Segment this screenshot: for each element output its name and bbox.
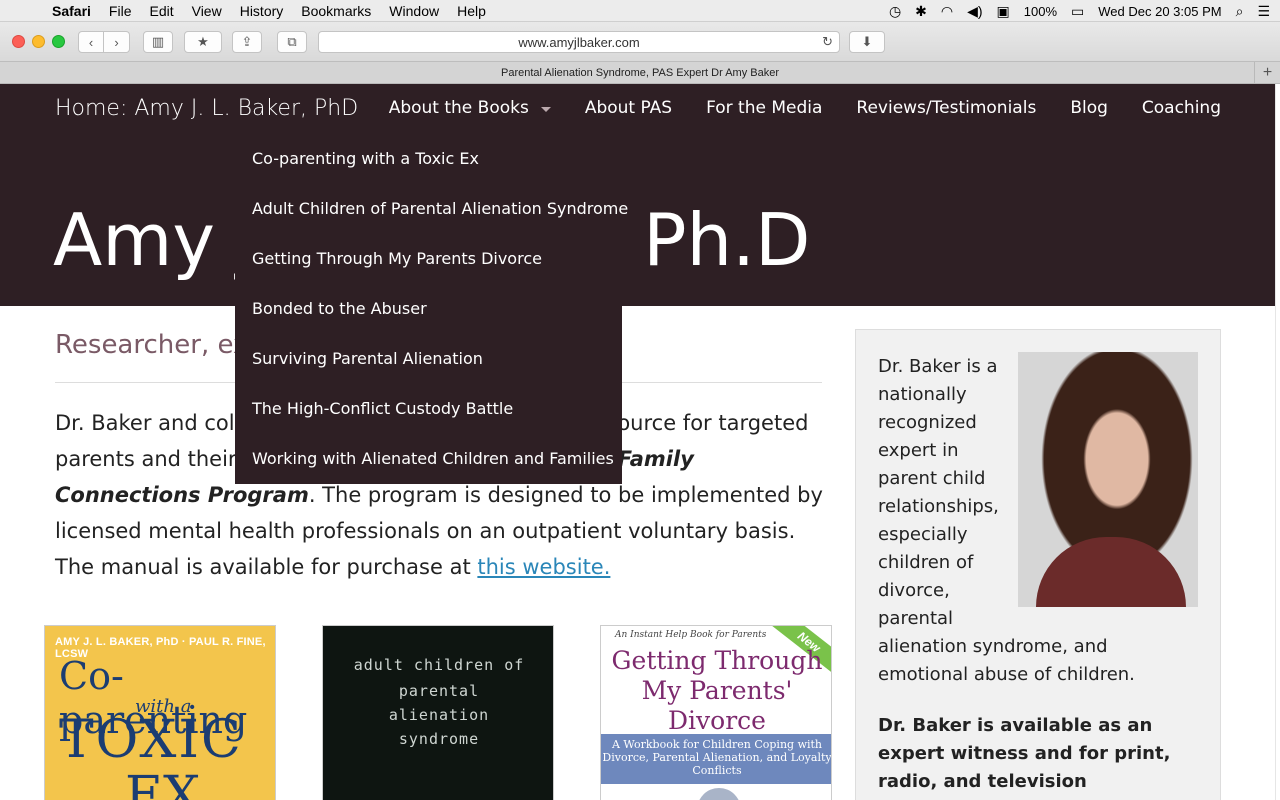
books-dropdown-menu: Co-parenting with a Toxic Ex Adult Child… xyxy=(235,134,628,484)
plus-icon: + xyxy=(1262,63,1273,81)
book-title-line: adult children of xyxy=(353,656,525,674)
nav-reviews-testimonials[interactable]: Reviews/Testimonials xyxy=(856,98,1036,118)
battery-percent[interactable]: 100% xyxy=(1024,4,1057,19)
dropdown-item[interactable]: Working with Alienated Children and Fami… xyxy=(235,434,622,484)
minimize-window-button[interactable] xyxy=(32,35,45,48)
bio-line: expert in xyxy=(878,440,959,461)
menu-help[interactable]: Help xyxy=(457,3,486,19)
bio-text: Dr. Baker is a nationally recognized exp… xyxy=(878,353,1178,689)
address-bar[interactable]: www.amyjlbaker.com ↻ xyxy=(318,31,840,53)
web-page: Home: Amy J. L. Baker, PhD About the Boo… xyxy=(0,84,1280,800)
bio-line: alienation syndrome, and emotional abuse… xyxy=(878,636,1135,685)
bio-line: Dr. Baker is a xyxy=(878,356,998,377)
nav-about-pas[interactable]: About PAS xyxy=(585,98,672,118)
bio-line: relationships, xyxy=(878,496,999,517)
book-subtitle: A Workbook for Children Coping with Divo… xyxy=(601,734,831,784)
download-icon: ⬇ xyxy=(861,34,873,49)
bio-line: children of xyxy=(878,552,974,573)
book-cover-adult-children[interactable]: adult children of parental alienation sy… xyxy=(322,625,554,800)
back-button[interactable]: ‹ xyxy=(78,31,104,53)
cover-illustration xyxy=(697,788,741,800)
close-window-button[interactable] xyxy=(12,35,25,48)
menu-view[interactable]: View xyxy=(192,3,222,19)
bio-line: especially xyxy=(878,524,968,545)
bio-line: parent child xyxy=(878,468,986,489)
main-nav: About the Books About PAS For the Media … xyxy=(389,98,1221,118)
book-title-line: alienation xyxy=(388,706,490,724)
spotlight-search-icon[interactable]: ⌕ xyxy=(1236,3,1244,20)
nav-coaching[interactable]: Coaching xyxy=(1142,98,1221,118)
keyboard-icon[interactable]: ▣ xyxy=(997,3,1010,20)
chevron-down-icon xyxy=(540,106,551,112)
star-icon: ★ xyxy=(197,34,209,49)
new-tab-button[interactable]: + xyxy=(1254,62,1280,83)
forward-button[interactable]: › xyxy=(104,31,130,53)
page-edge xyxy=(1275,84,1280,800)
downloads-button[interactable]: ⬇ xyxy=(849,31,885,53)
chevron-left-icon: ‹ xyxy=(88,34,94,50)
top-sites-button[interactable]: ★ xyxy=(184,31,222,53)
reload-icon[interactable]: ↻ xyxy=(822,34,833,50)
status-area: ◷ ✱ ◠ ◀) ▣ 100% ▭ Wed Dec 20 3:05 PM ⌕ ☰ xyxy=(889,0,1270,22)
dropdown-item[interactable]: Adult Children of Parental Alienation Sy… xyxy=(235,184,628,234)
menu-history[interactable]: History xyxy=(240,3,284,19)
bluetooth-icon[interactable]: ✱ xyxy=(915,3,927,20)
wifi-icon[interactable]: ◠ xyxy=(941,3,953,20)
menu-bookmarks[interactable]: Bookmarks xyxy=(301,3,371,19)
url-text[interactable]: www.amyjlbaker.com xyxy=(518,35,639,50)
dropdown-item[interactable]: The High-Conflict Custody Battle xyxy=(235,384,622,434)
share-icon: ⇪ xyxy=(241,34,253,49)
tab-title[interactable]: Parental Alienation Syndrome, PAS Expert… xyxy=(501,67,779,79)
book-cover-co-parenting[interactable]: AMY J. L. BAKER, PhD · PAUL R. FINE, LCS… xyxy=(44,625,276,800)
dropdown-item[interactable]: Getting Through My Parents Divorce xyxy=(235,234,622,284)
notification-center-icon[interactable]: ☰ xyxy=(1257,3,1270,20)
browser-toolbar: ‹ › ▥ ★ ⇪ ⧉ www.amyjlbaker.com ↻ ⬇ xyxy=(0,22,1280,62)
availability-text: Dr. Baker is available as an expert witn… xyxy=(878,715,1171,800)
clock[interactable]: Wed Dec 20 3:05 PM xyxy=(1098,4,1221,19)
bio-line: parental xyxy=(878,608,954,629)
bio-line: nationally xyxy=(878,384,967,405)
show-tabs-button[interactable]: ⧉ xyxy=(277,31,307,53)
sidebar-toggle-button[interactable]: ▥ xyxy=(143,31,173,53)
chevron-right-icon: › xyxy=(114,34,119,50)
system-menu-bar: Safari File Edit View History Bookmarks … xyxy=(0,0,1280,22)
book-title-line: EX xyxy=(125,766,200,800)
zoom-window-button[interactable] xyxy=(52,35,65,48)
tabs-overview-icon: ⧉ xyxy=(287,34,297,49)
book-title-line: TOXIC xyxy=(59,710,243,770)
site-header: Home: Amy J. L. Baker, PhD About the Boo… xyxy=(0,84,1280,306)
battery-icon[interactable]: ▭ xyxy=(1071,3,1084,20)
nav-blog[interactable]: Blog xyxy=(1070,98,1108,118)
bio-line: recognized xyxy=(878,412,977,433)
menu-window[interactable]: Window xyxy=(389,3,439,19)
time-machine-icon[interactable]: ◷ xyxy=(889,3,901,20)
book-title: Getting Through My Parents' Divorce xyxy=(611,646,823,735)
bio-line: divorce, xyxy=(878,580,950,601)
book-cover-getting-through[interactable]: An Instant Help Book for Parents New Get… xyxy=(600,625,832,800)
menu-app-safari[interactable]: Safari xyxy=(52,3,91,19)
dropdown-item[interactable]: Co-parenting with a Toxic Ex xyxy=(235,134,622,184)
book-title-line: parental xyxy=(398,682,480,700)
nav-label: About the Books xyxy=(388,98,529,118)
sidebar-icon: ▥ xyxy=(151,34,165,49)
tab-bar: Parental Alienation Syndrome, PAS Expert… xyxy=(0,62,1280,84)
book-series: An Instant Help Book for Parents xyxy=(615,630,767,640)
manual-link[interactable]: this website. xyxy=(477,555,610,579)
volume-icon[interactable]: ◀) xyxy=(967,3,982,20)
menu-edit[interactable]: Edit xyxy=(149,3,173,19)
share-button[interactable]: ⇪ xyxy=(232,31,262,53)
bio-sidebar: Dr. Baker is a nationally recognized exp… xyxy=(855,329,1221,800)
book-title-line: syndrome xyxy=(398,730,480,748)
menu-file[interactable]: File xyxy=(109,3,132,19)
nav-for-the-media[interactable]: For the Media xyxy=(706,98,822,118)
dropdown-item[interactable]: Bonded to the Abuser xyxy=(235,284,622,334)
dropdown-item[interactable]: Surviving Parental Alienation xyxy=(235,334,622,384)
nav-about-the-books[interactable]: About the Books xyxy=(389,98,551,118)
home-link[interactable]: Home: Amy J. L. Baker, PhD xyxy=(55,96,358,121)
